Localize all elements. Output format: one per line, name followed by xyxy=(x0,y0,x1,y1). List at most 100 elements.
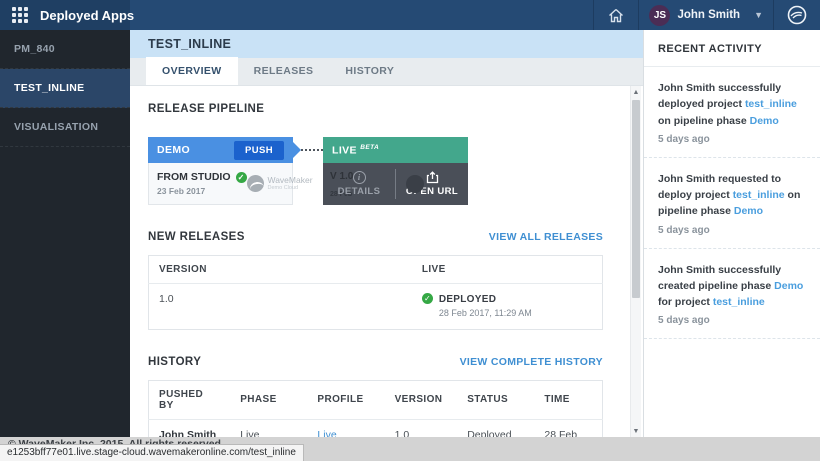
history-pushed-by: John Smith xyxy=(149,419,231,437)
sidebar-item-visualisation[interactable]: VISUALISATION xyxy=(0,108,130,147)
tab-releases[interactable]: RELEASES xyxy=(238,57,330,85)
scroll-down-arrow[interactable]: ▼ xyxy=(631,425,641,437)
activity-item: John Smith successfully deployed project… xyxy=(644,67,820,158)
pipeline-connector xyxy=(301,137,323,163)
release-version: 1.0 xyxy=(149,284,412,330)
details-button[interactable]: i DETAILS xyxy=(323,163,395,205)
scrollbar-thumb[interactable] xyxy=(632,100,640,298)
new-releases-header-row: NEW RELEASES VIEW ALL RELEASES xyxy=(148,231,603,243)
release-pipeline: DEMO PUSH FROM STUDIO ✓ 23 Feb 2017 xyxy=(148,137,603,205)
activity-text: John Smith successfully created pipeline… xyxy=(658,262,806,311)
table-row: 1.0 ✓ DEPLOYED 28 Feb 2017, 11:29 AM xyxy=(149,284,603,330)
project-link[interactable]: test_inline xyxy=(713,296,765,308)
history-heading: HISTORY xyxy=(148,356,201,368)
from-studio-label: FROM STUDIO ✓ xyxy=(157,171,247,183)
deploy-time: 28 Feb 2017, 11:29 AM xyxy=(439,308,532,320)
sidebar-item-pm-840[interactable]: PM_840 xyxy=(0,30,130,69)
activity-time: 5 days ago xyxy=(658,315,806,326)
home-button[interactable] xyxy=(594,0,638,30)
chevron-down-icon: ▼ xyxy=(754,10,763,20)
wavemaker-logo-ghost xyxy=(406,175,424,193)
col-live: LIVE xyxy=(412,256,603,284)
col-pushed-by: PUSHED BY xyxy=(149,380,231,419)
open-url-icon xyxy=(426,171,439,184)
push-button[interactable]: PUSH xyxy=(234,141,284,160)
topbar-right: JS John Smith ▼ xyxy=(593,0,820,30)
deployed-status: ✓ DEPLOYED 28 Feb 2017, 11:29 AM xyxy=(422,293,592,320)
home-icon xyxy=(608,8,624,23)
main-panel: TEST_INLINE OVERVIEW RELEASES HISTORY RE… xyxy=(130,30,643,437)
tab-overview[interactable]: OVERVIEW xyxy=(146,57,238,85)
app-launcher-icon[interactable] xyxy=(12,7,28,23)
vertical-scrollbar[interactable]: ▲ ▼ xyxy=(630,86,641,437)
app-title: Deployed Apps xyxy=(40,8,134,23)
scroll-up-arrow[interactable]: ▲ xyxy=(631,86,641,98)
topbar-brand-section: Deployed Apps xyxy=(0,0,130,30)
wavemaker-logo-icon xyxy=(774,0,820,30)
live-phase-name: LIVE BETA xyxy=(332,144,379,157)
new-releases-heading: NEW RELEASES xyxy=(148,231,245,243)
pipeline-card-demo: DEMO PUSH FROM STUDIO ✓ 23 Feb 2017 xyxy=(148,137,293,205)
check-icon: ✓ xyxy=(236,172,247,183)
col-status: STATUS xyxy=(457,380,534,419)
project-link[interactable]: test_inline xyxy=(733,189,785,201)
activity-item: John Smith requested to deploy project t… xyxy=(644,158,820,249)
topbar: Deployed Apps JS John Smith ▼ xyxy=(0,0,820,30)
col-phase: PHASE xyxy=(230,380,307,419)
history-profile-link[interactable]: Live xyxy=(307,419,384,437)
avatar: JS xyxy=(649,5,670,26)
wavemaker-logo-subtext: Demo Cloud xyxy=(268,186,313,192)
new-releases-table: VERSION LIVE 1.0 ✓ DEPLOYED 28 Feb 2017,… xyxy=(148,255,603,330)
sidebar: PM_840 TEST_INLINE VISUALISATION xyxy=(0,30,130,437)
col-profile: PROFILE xyxy=(307,380,384,419)
history-header-row: HISTORY VIEW COMPLETE HISTORY xyxy=(148,356,603,368)
table-header-row: VERSION LIVE xyxy=(149,256,603,284)
view-all-releases-link[interactable]: VIEW ALL RELEASES xyxy=(489,231,603,243)
tab-history[interactable]: HISTORY xyxy=(329,57,410,85)
info-icon: i xyxy=(353,171,366,184)
history-phase: Live xyxy=(230,419,307,437)
history-version: 1.0 xyxy=(385,419,458,437)
demo-source-block: FROM STUDIO ✓ 23 Feb 2017 xyxy=(157,171,247,196)
wavemaker-wave-icon xyxy=(247,175,264,192)
recent-activity-panel: RECENT ACTIVITY John Smith successfully … xyxy=(643,30,820,437)
browser-status-url: e1253bff77e01.live.stage-cloud.wavemaker… xyxy=(0,444,304,461)
beta-badge: BETA xyxy=(360,144,379,151)
open-url-button[interactable]: OPEN URL xyxy=(396,163,468,205)
phase-link[interactable]: Demo xyxy=(750,115,779,127)
col-time: TIME xyxy=(534,380,602,419)
table-row: John Smith Live Live 1.0 Deployed 28 Feb… xyxy=(149,419,603,437)
history-status: Deployed xyxy=(457,419,534,437)
tab-bar: OVERVIEW RELEASES HISTORY xyxy=(130,58,643,86)
wavemaker-logo-small: WaveMaker Demo Cloud xyxy=(247,175,313,192)
user-menu[interactable]: JS John Smith ▼ xyxy=(639,0,773,30)
activity-text: John Smith requested to deploy project t… xyxy=(658,171,806,220)
demo-card-body: FROM STUDIO ✓ 23 Feb 2017 WaveMaker Demo… xyxy=(148,163,293,205)
view-complete-history-link[interactable]: VIEW COMPLETE HISTORY xyxy=(460,356,603,368)
pipeline-arrow xyxy=(293,142,301,158)
status-badge: DEPLOYED xyxy=(439,293,532,306)
overview-content: RELEASE PIPELINE DEMO PUSH FROM STUDIO ✓ xyxy=(130,87,643,437)
phase-link[interactable]: Demo xyxy=(734,205,763,217)
table-header-row: PUSHED BY PHASE PROFILE VERSION STATUS T… xyxy=(149,380,603,419)
activity-item: John Smith successfully created pipeline… xyxy=(644,249,820,340)
wavemaker-logo-text: WaveMaker xyxy=(268,176,313,185)
col-version: VERSION xyxy=(149,256,412,284)
sidebar-item-test-inline[interactable]: TEST_INLINE xyxy=(0,69,130,108)
user-name: John Smith xyxy=(677,9,740,21)
live-card-body: V 1.0 28 Feb i DETAILS OPEN URL xyxy=(323,163,468,205)
app-root: Deployed Apps JS John Smith ▼ PM_840 TES… xyxy=(0,0,820,461)
phase-link[interactable]: Demo xyxy=(774,280,803,292)
pipeline-card-live: LIVE BETA V 1.0 28 Feb i DETAILS xyxy=(323,137,468,205)
live-card-header: LIVE BETA xyxy=(323,137,468,163)
history-time: 28 Feb 2017, xyxy=(534,419,602,437)
col-version: VERSION xyxy=(385,380,458,419)
demo-card-header: DEMO PUSH xyxy=(148,137,293,163)
history-table: PUSHED BY PHASE PROFILE VERSION STATUS T… xyxy=(148,380,603,437)
page-title: TEST_INLINE xyxy=(130,30,643,58)
demo-phase-name: DEMO xyxy=(157,144,190,156)
activity-time: 5 days ago xyxy=(658,134,806,145)
activity-time: 5 days ago xyxy=(658,225,806,236)
activity-text: John Smith successfully deployed project… xyxy=(658,80,806,129)
project-link[interactable]: test_inline xyxy=(745,98,797,110)
